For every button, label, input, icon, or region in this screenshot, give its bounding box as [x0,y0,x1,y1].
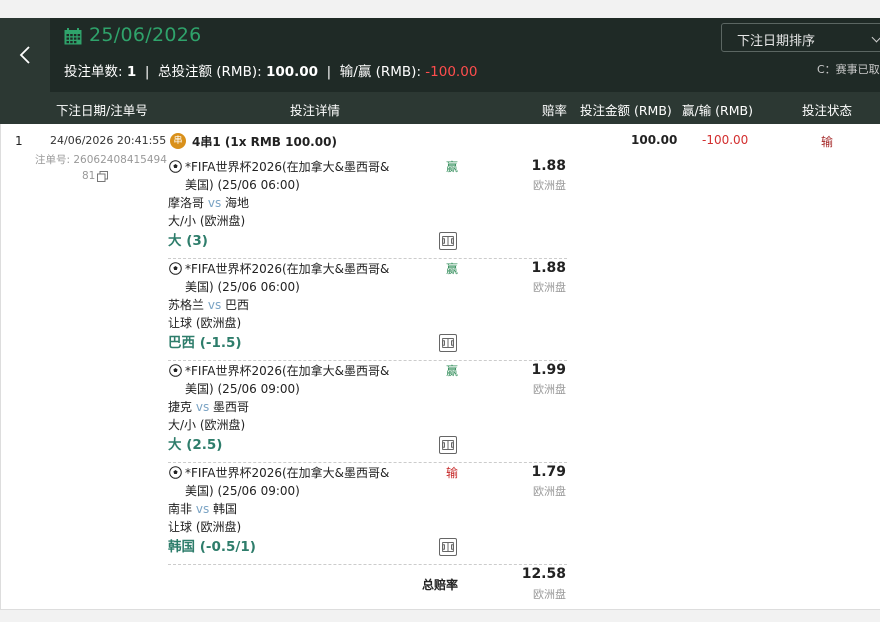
leg-selection: 大 (2.5) [168,437,223,453]
leg-away-team: 海地 [225,196,250,210]
calendar-icon [64,28,82,45]
leg-event-line1: *FIFA世界杯2026(在加拿大&墨西哥& [185,364,390,378]
parlay-title: 4串1 (1x RMB 100.00) [192,135,337,149]
total-odds-value: 12.58 [521,566,566,582]
leg-market: 让球 (欧洲盘) [168,316,242,330]
col-details: 投注详情 [290,103,341,118]
bet-stake: 100.00 [631,133,678,147]
row-index: 1 [15,134,23,148]
winloss-label: 输/赢 (RMB): [339,64,421,80]
chevron-left-icon [19,46,30,64]
col-stake: 投注金额 (RMB) [580,103,672,118]
leg-result: 赢 [446,160,459,174]
leg-event-line2: 美国) (25/06 06:00) [185,178,300,192]
chevron-down-icon [871,32,880,43]
col-odds: 赔率 [542,103,568,118]
leg-selection: 韩国 (-0.5/1) [168,539,256,555]
parlay-leg: *FIFA世界杯2026(在加拿大&墨西哥& 美国) (25/06 06:00)… [168,157,567,259]
leg-market: 大/小 (欧洲盘) [168,214,246,228]
soccer-ball-icon [169,160,182,173]
leg-teams: 摩洛哥 vs 海地 [168,194,249,211]
col-winloss: 赢/输 (RMB) [682,103,753,118]
leg-teams: 捷克 vs 墨西哥 [168,398,249,415]
soccer-ball-icon [169,466,182,479]
leg-result: 赢 [446,262,459,276]
bet-id: 注单号: 26062408415494 [35,154,167,166]
parlay-leg: *FIFA世界杯2026(在加拿大&墨西哥& 美国) (25/06 09:00)… [168,361,567,463]
match-stats-icon[interactable] [439,538,457,556]
match-stats-icon[interactable] [439,232,457,250]
soccer-ball-icon [169,262,182,275]
leg-vs: vs [207,298,222,312]
leg-away-team: 墨西哥 [213,400,250,414]
leg-odds: 1.99 [531,362,566,378]
parlay-leg: *FIFA世界杯2026(在加拿大&墨西哥& 美国) (25/06 06:00)… [168,259,567,361]
top-strip [0,0,880,18]
bet-id-tail: 81 [82,170,96,182]
leg-away-team: 韩国 [213,502,238,516]
winloss-value: -100.00 [425,64,478,80]
leg-away-team: 巴西 [225,298,250,312]
leg-event-line1: *FIFA世界杯2026(在加拿大&墨西哥& [185,160,390,174]
leg-market: 大/小 (欧洲盘) [168,418,246,432]
leg-odds-type: 欧洲盘 [533,383,566,396]
leg-market: 让球 (欧洲盘) [168,520,242,534]
sort-dropdown-value: 下注日期排序 [737,34,816,49]
sort-dropdown[interactable]: 下注日期排序 [721,23,880,52]
leg-vs: vs [207,196,222,210]
leg-odds: 1.88 [531,158,566,174]
leg-event-line1: *FIFA世界杯2026(在加拿大&墨西哥& [185,466,390,480]
leg-odds-type: 欧洲盘 [533,281,566,294]
bet-count-label: 投注单数: [64,64,123,80]
leg-event-line2: 美国) (25/06 06:00) [185,280,300,294]
soccer-ball-icon [169,364,182,377]
leg-odds: 1.88 [531,260,566,276]
leg-vs: vs [195,400,210,414]
leg-vs: vs [195,502,210,516]
total-odds-type: 欧洲盘 [533,588,566,601]
cancelled-note: C：赛事已取 [817,63,880,76]
leg-result: 输 [446,466,459,480]
bet-datetime: 24/06/2026 20:41:55 [50,134,167,147]
page-title-date: 25/06/2026 [89,24,202,46]
leg-selection: 大 (3) [168,233,208,249]
col-date-id: 下注日期/注单号 [56,103,148,118]
leg-teams: 苏格兰 vs 巴西 [168,296,249,313]
bet-status: 输 [821,135,834,149]
leg-event-line2: 美国) (25/06 09:00) [185,382,300,396]
bet-summary: 投注单数: 1 | 总投注额 (RMB): 100.00 | 输/赢 (RMB)… [64,64,478,80]
table-header: 下注日期/注单号 投注详情 赔率 投注金额 (RMB) 赢/输 (RMB) 投注… [0,92,880,124]
leg-home-team: 摩洛哥 [168,196,205,210]
copy-icon[interactable] [97,171,108,182]
parlay-badge: 串 [170,133,186,149]
leg-odds: 1.79 [531,464,566,480]
total-stake-value: 100.00 [265,64,319,80]
summary-header: 25/06/2026 投注单数: 1 | 总投注额 (RMB): 100.00 … [0,18,880,92]
leg-event-line2: 美国) (25/06 09:00) [185,484,300,498]
bet-table-body: 1 24/06/2026 20:41:55 注单号: 2606240841549… [0,124,880,610]
parlay-leg: *FIFA世界杯2026(在加拿大&墨西哥& 美国) (25/06 09:00)… [168,463,567,565]
leg-home-team: 苏格兰 [168,298,205,312]
back-button[interactable] [0,18,50,92]
leg-selection: 巴西 (-1.5) [168,335,242,351]
leg-teams: 南非 vs 韩国 [168,500,237,517]
leg-home-team: 捷克 [168,400,193,414]
leg-result: 赢 [446,364,459,378]
col-status: 投注状态 [802,103,853,118]
leg-home-team: 南非 [168,502,193,516]
bet-winloss: -100.00 [702,133,749,147]
bet-count-value: 1 [126,64,137,80]
match-stats-icon[interactable] [439,334,457,352]
total-odds-label: 总赔率 [422,578,459,592]
leg-event-line1: *FIFA世界杯2026(在加拿大&墨西哥& [185,262,390,276]
leg-odds-type: 欧洲盘 [533,179,566,192]
leg-odds-type: 欧洲盘 [533,485,566,498]
total-stake-label: 总投注额 (RMB): [157,64,262,80]
match-stats-icon[interactable] [439,436,457,454]
